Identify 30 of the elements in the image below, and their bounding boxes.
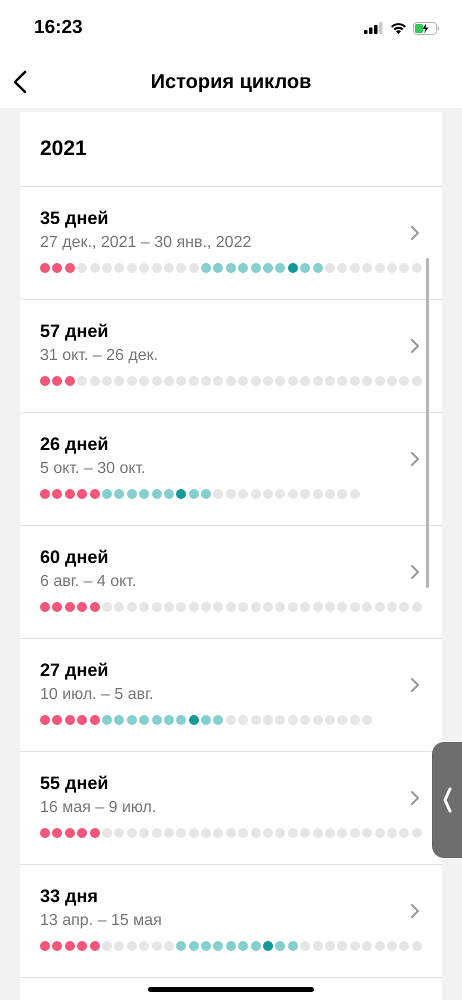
chevron-icon	[410, 677, 420, 693]
chevron-icon	[410, 451, 420, 467]
status-time: 16:23	[34, 16, 83, 40]
wifi-icon	[390, 22, 407, 34]
screen-title: История циклов	[150, 70, 312, 95]
battery-icon	[413, 22, 440, 34]
cycle-dates: 6 авг. – 4 окт.	[40, 572, 138, 592]
chevron-icon	[410, 338, 420, 354]
chevron-icon	[410, 564, 420, 580]
side-panel-handle[interactable]	[432, 742, 462, 858]
cycle-length: 26 дней	[40, 433, 110, 455]
cycle-dates: 31 окт. – 26 дек.	[40, 346, 160, 366]
chevron-icon	[410, 225, 420, 241]
cycle-dates: 10 июл. – 5 авг.	[40, 685, 154, 705]
year-heading: 2021	[40, 136, 87, 162]
cycle-dates: 13 апр. – 15 мая	[40, 911, 163, 931]
cycle-length: 57 дней	[40, 320, 110, 342]
chevron-icon	[410, 790, 420, 806]
cycle-length: 55 дней	[40, 772, 110, 794]
cycle-length: 60 дней	[40, 546, 110, 568]
signal-icon	[364, 22, 384, 34]
cycle-dates: 5 окт. – 30 окт.	[40, 459, 147, 479]
cycle-length: 33 дня	[40, 885, 99, 907]
cycle-dates: 27 дек., 2021 – 30 янв., 2022	[40, 233, 252, 253]
cycle-dates: 16 мая – 9 июл.	[40, 798, 158, 818]
chevron-left-icon	[442, 786, 452, 814]
chevron-icon	[410, 903, 420, 919]
cycle-length: 35 дней	[40, 207, 110, 229]
cycle-length: 27 дней	[40, 659, 110, 681]
back-icon	[13, 70, 27, 94]
